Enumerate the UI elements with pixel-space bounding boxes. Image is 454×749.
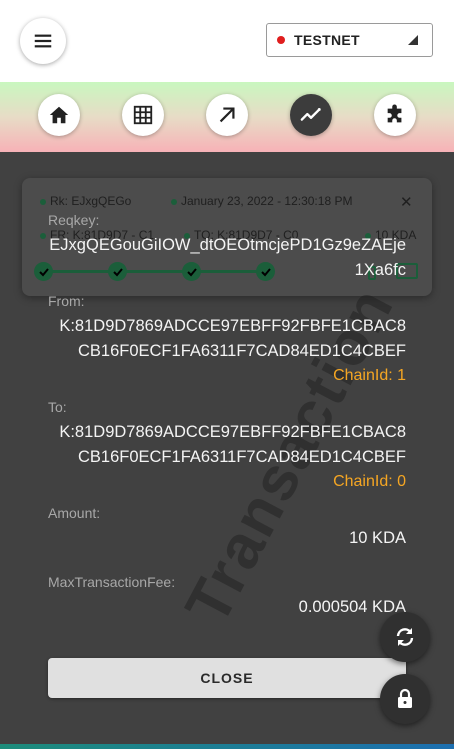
menu-button[interactable] [20,18,66,64]
refresh-button[interactable] [380,612,430,662]
status-dot [40,198,46,205]
card-close-icon[interactable]: ✕ [400,193,413,211]
nav-extensions-button[interactable] [374,94,416,136]
hamburger-icon [34,34,52,48]
grid-icon [133,105,153,125]
amount-label: Amount: [48,505,101,521]
nav-home-button[interactable] [38,94,80,136]
reqkey-value: EJxgQEGouGiIOW_dtOEOtmcjePD1Gz9eZAEje1Xa… [49,236,406,279]
amount-value: 10 KDA [349,529,406,547]
fee-label: MaxTransactionFee: [48,574,176,590]
refresh-icon [396,628,414,646]
network-status-dot [277,36,285,44]
lock-icon [398,688,412,708]
from-label: From: [48,293,85,309]
card-date-text: January 23, 2022 - 12:30:18 PM [181,194,353,208]
arrow-up-right-icon [219,107,235,123]
from-value: K:81D9D7869ADCCE97EBFF92FBFE1CBAC8CB16F0… [59,317,406,360]
nav-activity-button[interactable] [290,94,332,136]
nav-bar [0,82,454,152]
status-dot [171,198,177,205]
nav-send-button[interactable] [206,94,248,136]
puzzle-icon [387,104,402,123]
fee-value: 0.000504 KDA [298,598,406,616]
card-date: January 23, 2022 - 12:30:18 PM [171,194,352,208]
status-dot [40,232,46,239]
from-chain-id: ChainId: 1 [333,367,406,384]
close-button[interactable]: CLOSE [48,658,406,698]
to-chain-id: ChainId: 0 [333,473,406,490]
card-request-key: Rk: EJxgQEGo [40,194,131,208]
to-value: K:81D9D7869ADCCE97EBFF92FBFE1CBAC8CB16F0… [59,423,406,466]
home-icon [49,106,69,124]
top-bar: TESTNET [0,0,454,82]
dropdown-caret-icon [408,35,418,45]
network-select[interactable]: TESTNET [266,23,433,57]
network-label: TESTNET [294,32,360,48]
card-request-key-text: Rk: EJxgQEGo [50,194,132,208]
activity-icon [300,108,321,121]
lock-button[interactable] [380,674,430,724]
to-label: To: [48,399,67,415]
close-button-label: CLOSE [200,670,254,686]
reqkey-label: Reqkey: [48,212,100,228]
bottom-strip [0,744,454,749]
nav-grid-button[interactable] [122,94,164,136]
